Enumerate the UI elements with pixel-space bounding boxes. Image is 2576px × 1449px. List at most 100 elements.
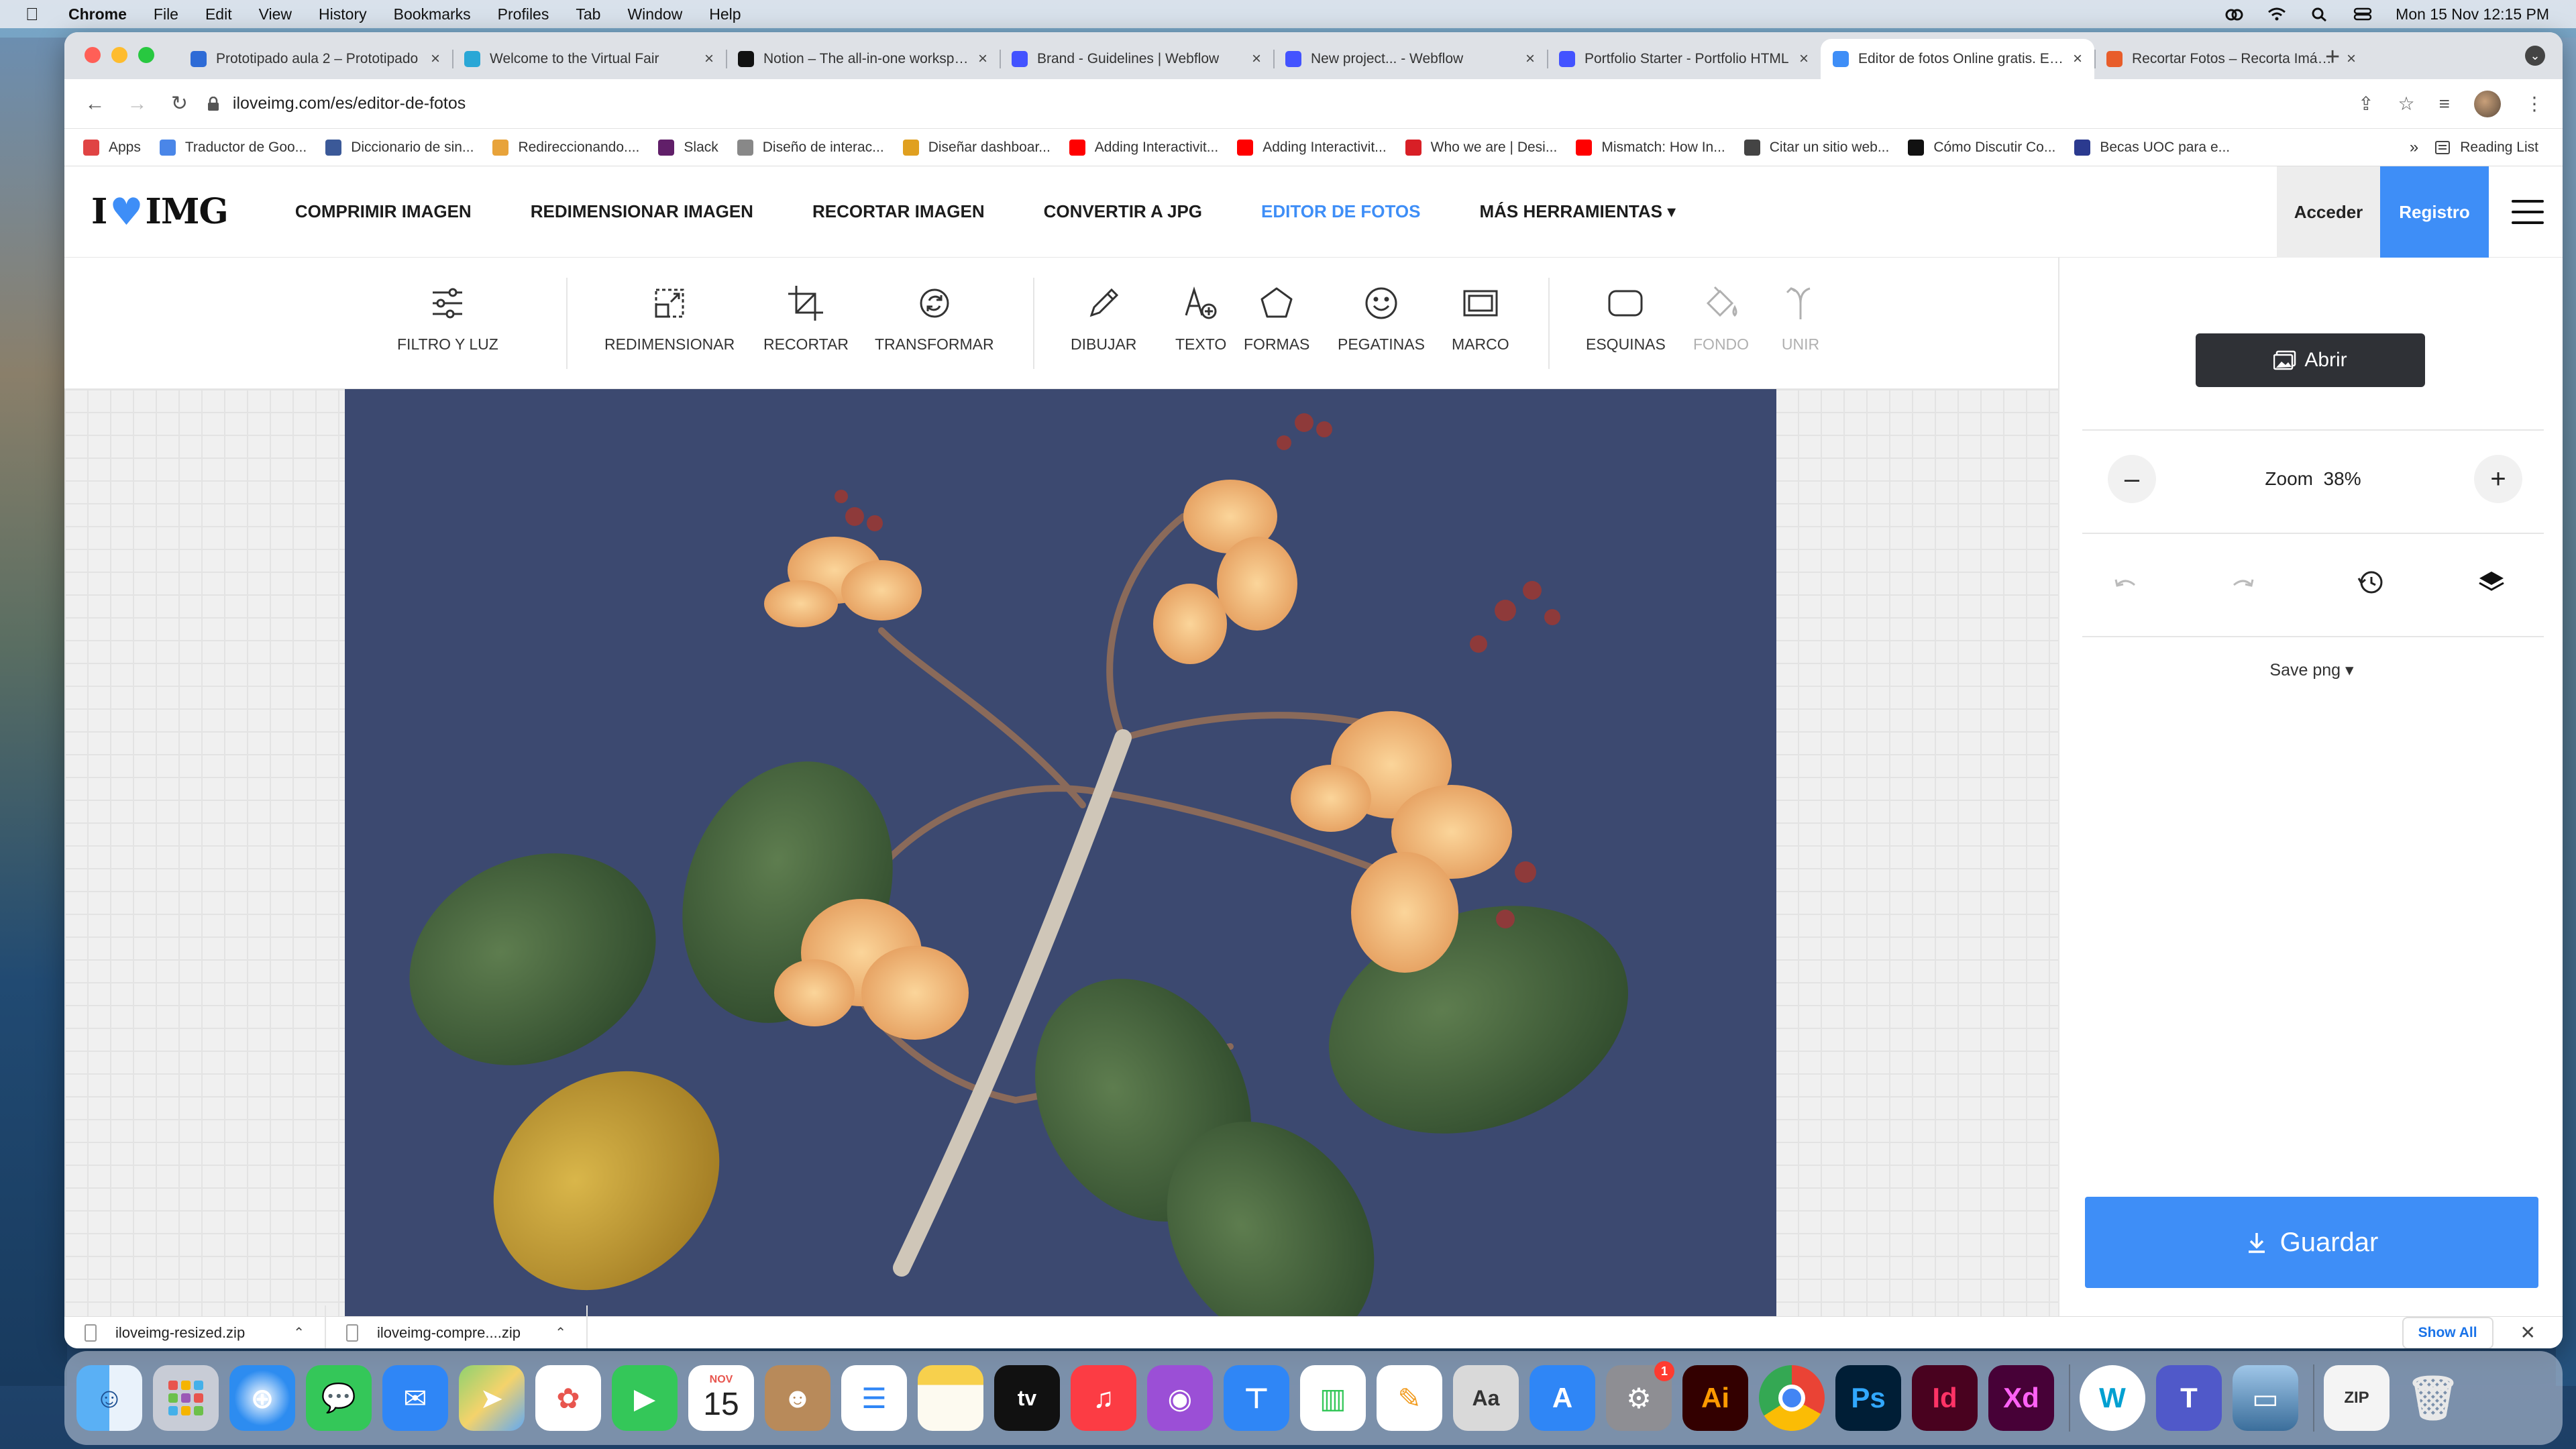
editor-canvas[interactable]: [64, 389, 2058, 1347]
tool-esquinas[interactable]: ESQUINAS: [1586, 283, 1666, 354]
login-button[interactable]: Acceder: [2277, 166, 2380, 258]
nav-convertir[interactable]: CONVERTIR A JPG: [1044, 201, 1202, 222]
chevron-up-icon[interactable]: ⌃: [555, 1324, 566, 1341]
close-tab-icon[interactable]: ×: [704, 50, 714, 68]
close-tab-icon[interactable]: ×: [1799, 50, 1809, 68]
archive-icon[interactable]: ZIP: [2324, 1365, 2390, 1431]
tool-formas[interactable]: FORMAS: [1244, 283, 1309, 354]
open-button[interactable]: Abrir: [2196, 333, 2425, 387]
photos-icon[interactable]: ✿: [535, 1365, 601, 1431]
fullscreen-window-button[interactable]: [138, 47, 154, 63]
tool-fondo[interactable]: FONDO: [1693, 283, 1749, 354]
forward-button[interactable]: →: [125, 93, 149, 115]
browser-tab[interactable]: Editor de fotos Online gratis. Edita ×: [1821, 39, 2094, 79]
podcasts-icon[interactable]: ◉: [1147, 1365, 1213, 1431]
browser-tab[interactable]: Prototipado aula 2 – Prototipado ×: [178, 39, 452, 79]
music-icon[interactable]: ♫: [1071, 1365, 1136, 1431]
bookmark-item[interactable]: Mismatch: How In...: [1576, 139, 1725, 156]
reminders-icon[interactable]: ☰: [841, 1365, 907, 1431]
show-all-downloads-button[interactable]: Show All: [2402, 1316, 2493, 1348]
mail-icon[interactable]: ✉: [382, 1365, 448, 1431]
edited-photo[interactable]: [345, 389, 1776, 1347]
reload-button[interactable]: ↻: [168, 92, 191, 115]
system-preferences-icon[interactable]: ⚙ 1: [1606, 1361, 1674, 1431]
contacts-icon[interactable]: ☻: [765, 1365, 830, 1431]
chevron-up-icon[interactable]: ⌃: [293, 1324, 305, 1341]
menu-window[interactable]: Window: [627, 5, 682, 23]
tool-filtro-y-luz[interactable]: FILTRO Y LUZ: [397, 283, 498, 354]
nav-recortar[interactable]: RECORTAR IMAGEN: [812, 201, 985, 222]
facetime-icon[interactable]: ▶: [612, 1365, 678, 1431]
bookmark-item[interactable]: Redireccionando....: [492, 139, 639, 156]
tool-dibujar[interactable]: DIBUJAR: [1071, 283, 1136, 354]
menu-history[interactable]: History: [319, 5, 367, 23]
tool-texto[interactable]: TEXTO: [1175, 283, 1226, 354]
close-icon[interactable]: ✕: [2520, 1322, 2536, 1344]
menu-edit[interactable]: Edit: [205, 5, 232, 23]
close-tab-icon[interactable]: ×: [431, 50, 440, 68]
layers-icon[interactable]: [2474, 565, 2509, 600]
bookmark-item[interactable]: Apps: [83, 139, 141, 156]
safari-icon[interactable]: ⊕: [229, 1365, 295, 1431]
app-store-icon[interactable]: A: [1529, 1365, 1595, 1431]
bookmark-item[interactable]: Traductor de Goo...: [159, 139, 307, 156]
appletv-icon[interactable]: tv: [994, 1365, 1060, 1431]
bookmark-item[interactable]: Slack: [658, 139, 718, 156]
nav-mas-herramientas[interactable]: MÁS HERRAMIENTAS ▾: [1479, 201, 1676, 222]
reading-list-button[interactable]: Reading List: [2434, 140, 2538, 156]
close-tab-icon[interactable]: ×: [1525, 50, 1535, 68]
menu-profiles[interactable]: Profiles: [498, 5, 549, 23]
menu-tab[interactable]: Tab: [576, 5, 600, 23]
tab-search-icon[interactable]: ⌄: [2525, 46, 2545, 66]
zoom-in-button[interactable]: +: [2474, 455, 2522, 503]
trash-icon[interactable]: 🗑: [2400, 1365, 2466, 1431]
signup-button[interactable]: Registro: [2380, 166, 2489, 258]
close-window-button[interactable]: [85, 47, 101, 63]
media-control-icon[interactable]: ≡: [2439, 93, 2450, 115]
control-center-icon[interactable]: [2353, 7, 2373, 21]
undo-icon[interactable]: [2108, 565, 2143, 600]
redo-icon[interactable]: [2226, 565, 2261, 600]
save-button[interactable]: Guardar: [2085, 1197, 2538, 1288]
browser-tab[interactable]: Brand - Guidelines | Webflow ×: [1000, 39, 1273, 79]
chrome-menu-icon[interactable]: ⋮: [2525, 93, 2544, 115]
teams-icon[interactable]: T: [2156, 1365, 2222, 1431]
tool-unir[interactable]: UNIR: [1780, 283, 1821, 354]
new-tab-button[interactable]: +: [2325, 43, 2340, 72]
menu-app-name[interactable]: Chrome: [68, 5, 127, 23]
bookmark-star-icon[interactable]: ☆: [2398, 93, 2415, 115]
font-book-icon[interactable]: Aa: [1453, 1365, 1519, 1431]
maps-icon[interactable]: ➤: [459, 1365, 525, 1431]
bookmark-item[interactable]: Who we are | Desi...: [1405, 139, 1557, 156]
spotlight-search-icon[interactable]: [2310, 7, 2330, 21]
browser-tab[interactable]: Notion – The all-in-one workspace ×: [726, 39, 1000, 79]
back-button[interactable]: ←: [83, 93, 107, 115]
tool-pegatinas[interactable]: PEGATINAS: [1338, 283, 1425, 354]
chrome-icon[interactable]: [1759, 1365, 1825, 1431]
bookmark-item[interactable]: Adding Interactivit...: [1237, 139, 1387, 156]
close-tab-icon[interactable]: ×: [2073, 50, 2082, 68]
illustrator-icon[interactable]: Ai: [1682, 1365, 1748, 1431]
apple-menu-icon[interactable]: : [25, 4, 55, 25]
history-reset-icon[interactable]: [2353, 565, 2388, 600]
bookmark-item[interactable]: Diseñar dashboar...: [902, 139, 1051, 156]
hamburger-menu-icon[interactable]: [2512, 200, 2544, 224]
tool-redimensionar[interactable]: REDIMENSIONAR: [604, 283, 735, 354]
zoom-out-button[interactable]: –: [2108, 455, 2156, 503]
bookmark-item[interactable]: Adding Interactivit...: [1069, 139, 1218, 156]
share-icon[interactable]: ⇪: [2358, 93, 2373, 115]
photoshop-icon[interactable]: Ps: [1835, 1365, 1901, 1431]
pages-icon[interactable]: ✎: [1377, 1365, 1442, 1431]
bookmarks-overflow-icon[interactable]: »: [2410, 138, 2418, 157]
messages-icon[interactable]: 💬: [306, 1365, 372, 1431]
preview-icon[interactable]: ▭: [2233, 1365, 2298, 1431]
minimize-window-button[interactable]: [111, 47, 127, 63]
lock-icon[interactable]: [207, 96, 219, 111]
url-text[interactable]: iloveimg.com/es/editor-de-fotos: [233, 94, 466, 113]
xd-icon[interactable]: Xd: [1988, 1365, 2054, 1431]
webex-icon[interactable]: W: [2080, 1365, 2145, 1431]
close-tab-icon[interactable]: ×: [1252, 50, 1261, 68]
calendar-icon[interactable]: NOV 15: [688, 1365, 754, 1431]
nav-editor-de-fotos[interactable]: EDITOR DE FOTOS: [1261, 201, 1420, 222]
menubar-clock[interactable]: Mon 15 Nov 12:15 PM: [2396, 5, 2549, 23]
